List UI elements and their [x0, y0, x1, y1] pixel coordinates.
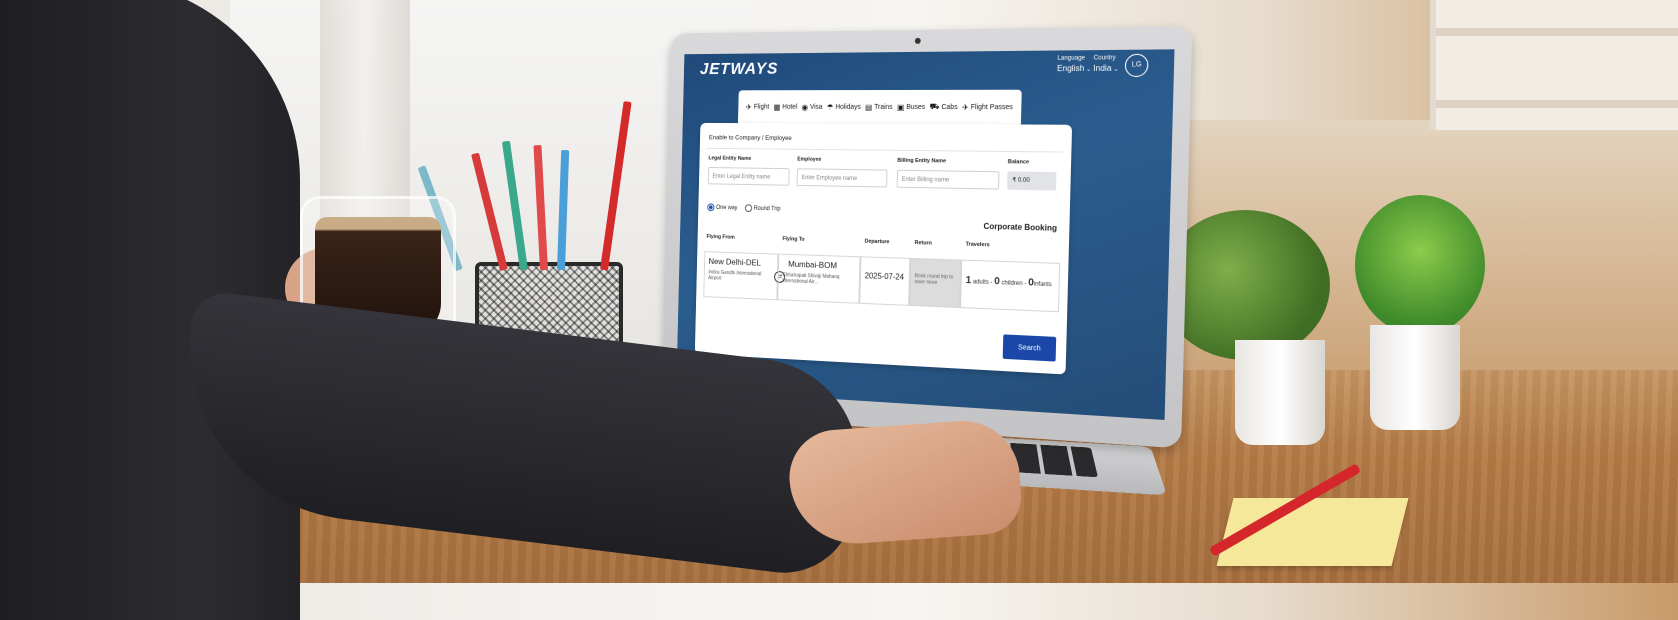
plant-leaves-right [1355, 195, 1485, 335]
return-label: Return [915, 240, 932, 247]
user-avatar[interactable]: LG [1125, 54, 1149, 77]
children-label: children - [1001, 280, 1026, 287]
company-section-title: Enable to Company / Employee [709, 134, 792, 141]
balance-value: ₹ 0.00 [1007, 171, 1056, 190]
cab-icon: ⛟ [930, 102, 940, 112]
tab-flight-passes[interactable]: ✈ Flight Passes [962, 102, 1013, 111]
legal-entity-label: Legal Entity Name [708, 156, 751, 162]
billing-entity-input[interactable]: Enter Billing name [897, 170, 1000, 190]
flying-from-label: Flying From [706, 234, 734, 241]
country-selector[interactable]: Country India ⌄ [1093, 54, 1119, 75]
travelers-label: Travelers [966, 242, 990, 249]
flight-search-grid: Flying From Flying To Departure Return T… [703, 234, 1061, 337]
tab-cabs[interactable]: ⛟ Cabs [930, 102, 958, 112]
flying-to-field[interactable]: Mumbai-BOM Chhatrapati Shivaji Maharaj I… [777, 254, 860, 304]
tab-holidays[interactable]: ☂ Holidays [827, 102, 861, 111]
search-button[interactable]: Search [1003, 334, 1057, 361]
chevron-down-icon: ⌄ [1111, 67, 1118, 73]
radio-unselected-icon [745, 204, 752, 212]
destination-city: Mumbai-BOM [783, 259, 856, 271]
booking-card: Enable to Company / Employee Legal Entit… [695, 123, 1072, 375]
trip-type-group: One way Round Trip [707, 203, 780, 212]
hotel-icon: ▦ [773, 102, 780, 111]
employee-label: Employee [797, 157, 821, 163]
travelers-summary: 1 adults - 0 children - 0infants [966, 275, 1055, 290]
destination-airport: Chhatrapati Shivaji Maharaj Internationa… [782, 272, 855, 287]
tab-label: Buses [906, 103, 925, 110]
return-hint: Book round trip to save more [914, 273, 955, 287]
chevron-down-icon: ⌄ [1084, 67, 1091, 73]
children-count: 0 [994, 276, 1000, 287]
adults-label: adults - [973, 279, 993, 286]
one-way-label: One way [716, 205, 737, 211]
tab-trains[interactable]: ▤ Trains [865, 102, 893, 111]
site-header: JETWAYS Language English ⌄ Country India… [683, 49, 1174, 92]
tab-label: Flight [754, 103, 770, 110]
return-date-field[interactable]: Book round trip to save more [909, 258, 961, 308]
tab-visa[interactable]: ◉ Visa [801, 102, 822, 111]
tab-flight[interactable]: ✈ Flight [746, 102, 770, 111]
departure-label: Departure [865, 239, 890, 246]
language-selector[interactable]: Language English ⌄ [1057, 54, 1092, 75]
language-label: Language [1057, 54, 1091, 64]
tab-label: Flight Passes [971, 103, 1013, 110]
tab-buses[interactable]: ▣ Buses [897, 102, 925, 111]
visa-icon: ◉ [801, 102, 808, 111]
radio-selected-icon [707, 203, 714, 211]
right-hand [786, 417, 1023, 548]
site-logo[interactable]: JETWAYS [700, 59, 779, 79]
tab-label: Hotel [782, 103, 797, 110]
billing-entity-label: Billing Entity Name [897, 158, 946, 165]
adults-count: 1 [966, 275, 972, 286]
departure-date-field[interactable]: 2025-07-24 [859, 256, 910, 306]
infants-label: infants [1034, 281, 1052, 288]
origin-airport: Indira Gandhi International Airport [708, 270, 773, 284]
departure-date: 2025-07-24 [865, 271, 905, 281]
round-trip-radio[interactable]: Round Trip [745, 204, 781, 213]
tab-label: Holidays [835, 103, 861, 110]
country-label: Country [1093, 54, 1119, 64]
plant-pot-right [1370, 325, 1460, 430]
tab-label: Trains [874, 103, 893, 110]
webcam-icon [914, 38, 920, 44]
flying-to-label: Flying To [782, 236, 804, 243]
corporate-booking-label: Corporate Booking [983, 222, 1057, 233]
country-value: India [1093, 63, 1111, 72]
plant-pot-left [1235, 340, 1325, 445]
tab-label: Cabs [941, 103, 957, 110]
tab-label: Visa [810, 103, 823, 110]
service-tabs: ✈ Flight ▦ Hotel ◉ Visa ☂ Holidays ▤ Trains ▣… [738, 90, 1022, 125]
flight-pass-icon: ✈ [962, 102, 969, 111]
divider [707, 148, 1063, 153]
travelers-field[interactable]: 1 adults - 0 children - 0infants [960, 260, 1060, 313]
flying-from-field[interactable]: New Delhi-DEL Indira Gandhi Internationa… [703, 251, 778, 300]
tab-hotel[interactable]: ▦ Hotel [773, 102, 797, 111]
bus-icon: ▣ [897, 102, 905, 111]
train-icon: ▤ [865, 102, 872, 111]
employee-input[interactable]: Enter Employee name [797, 168, 888, 187]
round-trip-label: Round Trip [754, 206, 781, 212]
balance-label: Balance [1008, 159, 1030, 165]
language-value: English [1057, 64, 1084, 73]
plane-icon: ✈ [746, 102, 752, 111]
origin-city: New Delhi-DEL [709, 256, 774, 268]
background-shelf [1430, 0, 1678, 130]
one-way-radio[interactable]: One way [707, 203, 737, 211]
holidays-icon: ☂ [827, 102, 834, 111]
legal-entity-input[interactable]: Enter Legal Entity name [708, 167, 790, 186]
